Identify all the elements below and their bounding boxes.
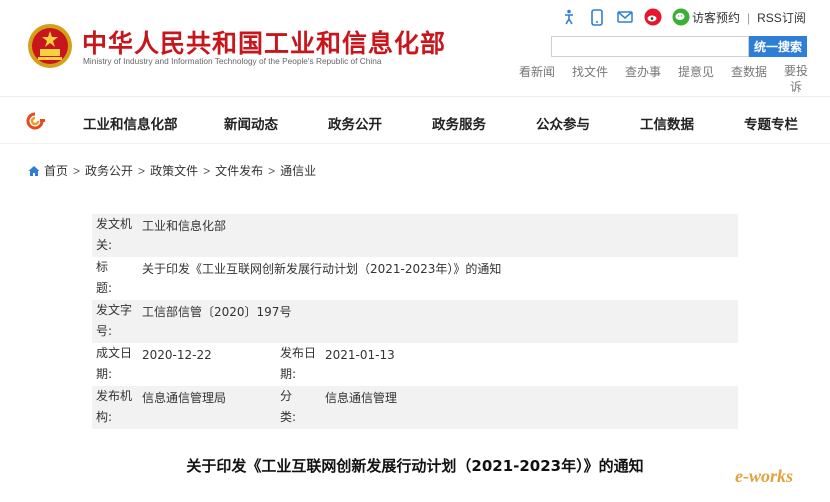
pubdate-value: 2021-01-13 [325, 348, 395, 362]
docno-label: 发文字号: [96, 303, 133, 338]
breadcrumb-policy-files[interactable]: 政策文件 [150, 162, 198, 179]
document-meta-table: 发文机关: 工业和信息化部 标 题: 关于印发《工业互联网创新发展行动计划（20… [92, 214, 738, 429]
visitor-booking-link[interactable]: 访客预约 [692, 11, 740, 25]
top-link-separator: | [747, 11, 751, 25]
nav-item-news[interactable]: 新闻动态 [224, 113, 278, 133]
nav-item-data[interactable]: 工信数据 [640, 113, 694, 133]
title-label: 标 题: [96, 260, 133, 295]
breadcrumb-gov-affairs[interactable]: 政务公开 [85, 162, 133, 179]
breadcrumb-file-release[interactable]: 文件发布 [215, 162, 263, 179]
quick-link-complaint[interactable]: 要投诉 [784, 63, 808, 95]
main-nav: 工业和信息化部 新闻动态 政务公开 政务服务 公众参与 工信数据 专题专栏 [0, 96, 830, 144]
mail-icon[interactable] [616, 8, 634, 26]
breadcrumb: 首页 > 政务公开 > 政策文件 > 文件发布 > 通信业 [28, 162, 316, 179]
quick-link-feedback[interactable]: 提意见 [678, 63, 714, 80]
wechat-icon[interactable] [672, 8, 690, 26]
title-value: 关于印发《工业互联网创新发展行动计划（2021-2023年）》的通知 [142, 262, 502, 276]
nav-item-gov-affairs[interactable]: 政务公开 [328, 113, 382, 133]
meta-row-issuer: 发文机关: 工业和信息化部 [92, 214, 738, 257]
nav-item-services[interactable]: 政务服务 [432, 113, 486, 133]
issuer-value: 工业和信息化部 [142, 219, 227, 233]
watermark: e-works [735, 466, 793, 486]
office-value: 信息通信管理局 [142, 391, 227, 405]
miit-logo-icon[interactable] [24, 112, 46, 130]
quick-link-services[interactable]: 查办事 [625, 63, 661, 80]
nav-item-topics[interactable]: 专题专栏 [744, 113, 798, 133]
category-label: 分 类: [280, 389, 317, 424]
quick-link-news[interactable]: 看新闻 [519, 63, 555, 80]
nav-item-miit[interactable]: 工业和信息化部 [83, 113, 178, 133]
breadcrumb-separator: > [268, 163, 276, 178]
page: 中华人民共和国工业和信息化部 Ministry of Industry and … [0, 0, 830, 502]
document-title: 关于印发《工业互联网创新发展行动计划（2021-2023年）》的通知 [186, 457, 644, 475]
pubdate-label: 发布日期: [280, 346, 317, 381]
office-label: 发布机构: [96, 389, 133, 424]
breadcrumb-home[interactable]: 首页 [44, 162, 68, 179]
breadcrumb-separator: > [138, 163, 146, 178]
accessibility-icon[interactable] [560, 8, 578, 26]
home-icon[interactable] [28, 165, 40, 177]
weibo-icon[interactable] [644, 8, 662, 26]
quick-link-data[interactable]: 查数据 [731, 63, 767, 80]
mobile-icon[interactable] [588, 8, 606, 26]
docno-value: 工信部信管〔2020〕197号 [142, 305, 292, 319]
meta-row-office: 发布机构: 信息通信管理局 分 类: 信息通信管理 [92, 386, 738, 429]
national-emblem-icon[interactable] [26, 22, 74, 70]
search-button[interactable]: 统一搜索 [749, 36, 807, 57]
issuer-label: 发文机关: [96, 217, 133, 252]
breadcrumb-telecom[interactable]: 通信业 [280, 162, 316, 179]
date-value: 2020-12-22 [142, 348, 212, 362]
breadcrumb-separator: > [203, 163, 211, 178]
date-label: 成文日期: [96, 346, 133, 381]
breadcrumb-separator: > [73, 163, 81, 178]
meta-row-title: 标 题: 关于印发《工业互联网创新发展行动计划（2021-2023年）》的通知 [92, 257, 738, 300]
category-value: 信息通信管理 [325, 391, 398, 405]
rss-link[interactable]: RSS订阅 [757, 11, 806, 25]
meta-row-docno: 发文字号: 工信部信管〔2020〕197号 [92, 300, 738, 343]
nav-item-participation[interactable]: 公众参与 [536, 113, 590, 133]
meta-row-dates: 成文日期: 2020-12-22 发布日期: 2021-01-13 [92, 343, 738, 386]
top-links: 访客预约 | RSS订阅 [692, 9, 806, 26]
top-icon-bar [560, 7, 700, 27]
org-name-cn[interactable]: 中华人民共和国工业和信息化部 [82, 24, 446, 60]
org-name-en: Ministry of Industry and Information Tec… [83, 56, 382, 66]
search-input[interactable] [551, 36, 749, 57]
quick-link-files[interactable]: 找文件 [572, 63, 608, 80]
